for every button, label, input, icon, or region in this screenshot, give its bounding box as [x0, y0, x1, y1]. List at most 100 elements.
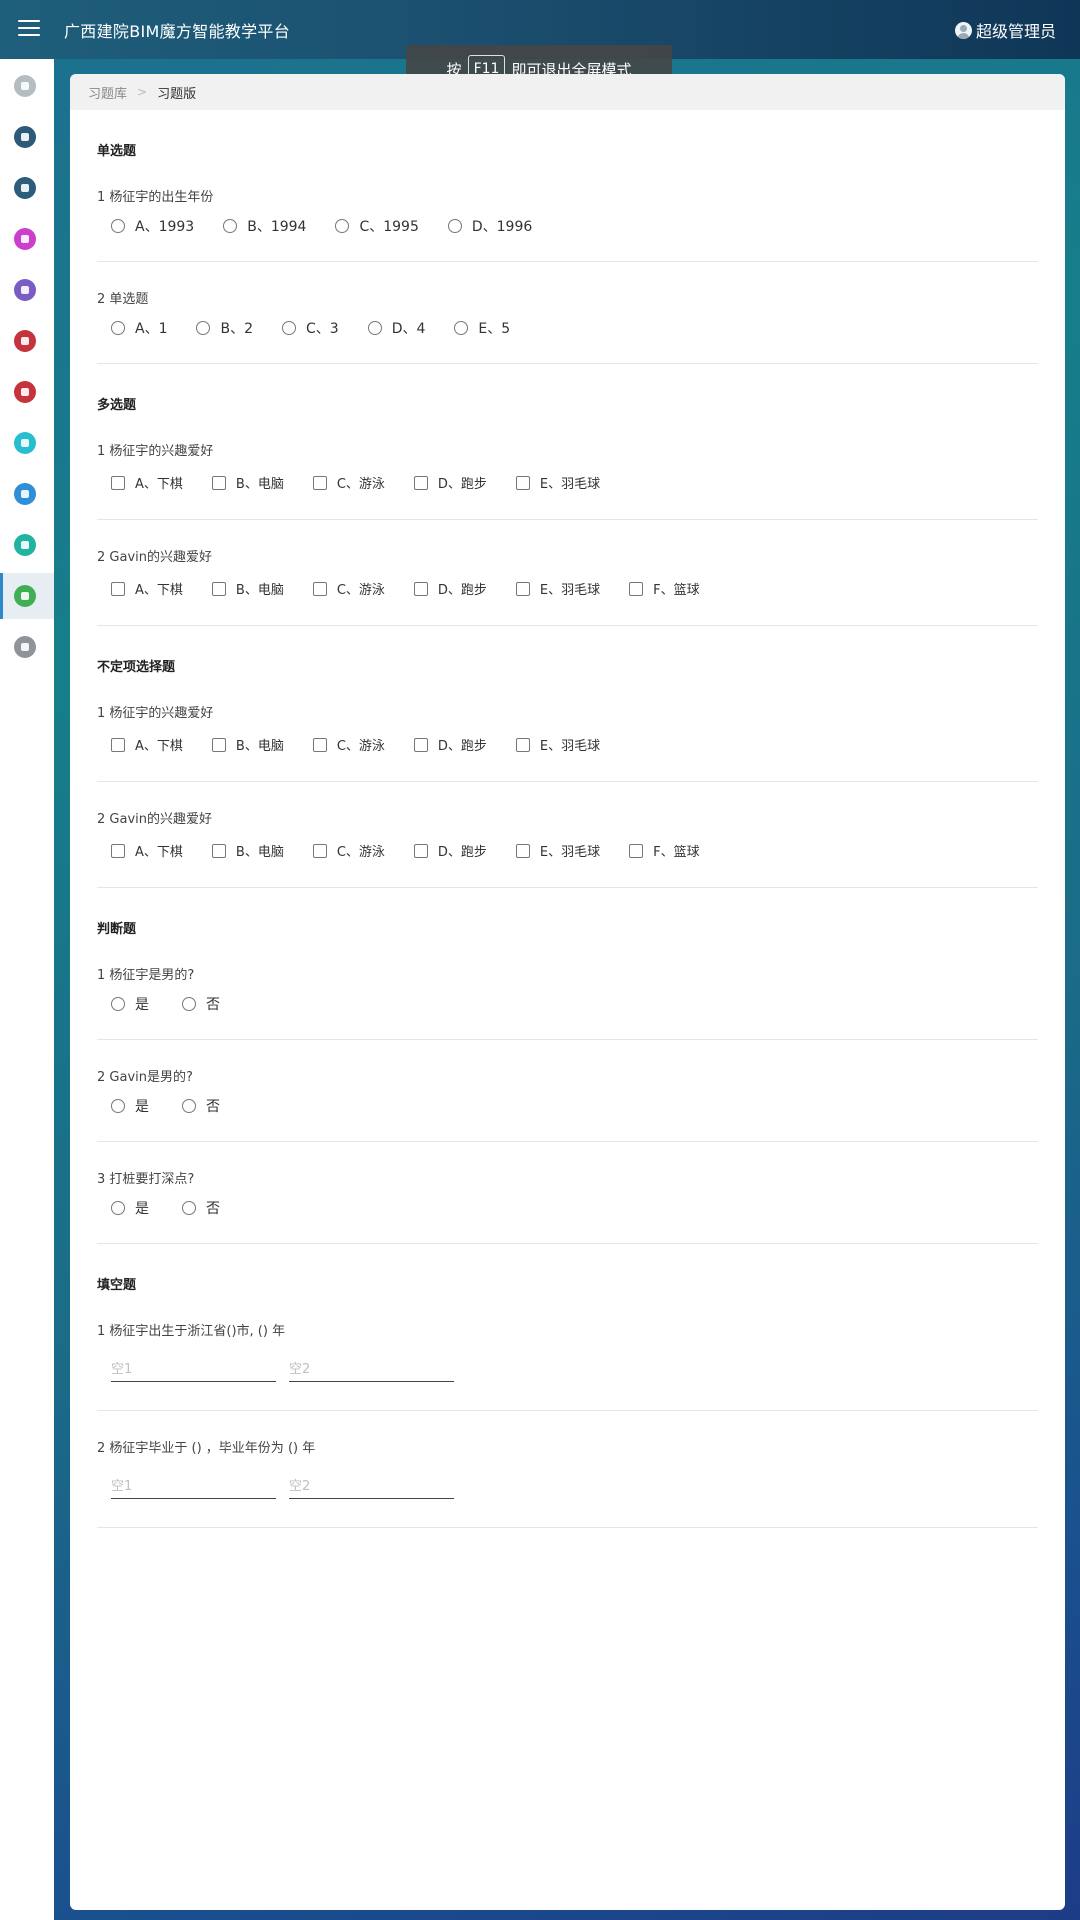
sidebar-item-10[interactable]	[0, 522, 54, 568]
checkbox-icon[interactable]	[515, 475, 530, 490]
radio-option[interactable]: 否	[182, 994, 220, 1014]
sidebar-item-9[interactable]	[0, 471, 54, 517]
radio-option[interactable]: E、5	[454, 318, 510, 338]
sidebar-item-11[interactable]	[0, 573, 54, 619]
user-menu[interactable]: 超级管理员	[954, 18, 1056, 42]
blank-input[interactable]	[289, 1358, 454, 1382]
radio-icon[interactable]	[111, 321, 125, 335]
checkbox-option[interactable]: D、跑步	[413, 579, 487, 598]
option-label: F、篮球	[653, 583, 700, 598]
radio-icon[interactable]	[223, 219, 238, 233]
radio-icon[interactable]	[182, 997, 196, 1011]
checkbox-option[interactable]: C、游泳	[312, 735, 385, 754]
radio-icon[interactable]	[454, 321, 469, 335]
checkbox-option[interactable]: E、羽毛球	[515, 735, 600, 754]
radio-option[interactable]: D、4	[367, 318, 425, 338]
checkbox-icon[interactable]	[312, 475, 327, 490]
radio-option[interactable]: B、2	[196, 318, 253, 338]
radio-icon[interactable]	[111, 219, 125, 233]
blank-input[interactable]	[289, 1475, 454, 1499]
radio-icon[interactable]	[111, 1099, 125, 1113]
blank-input[interactable]	[111, 1358, 276, 1382]
radio-icon[interactable]	[282, 321, 296, 335]
question-title: 2 Gavin的兴趣爱好	[97, 812, 212, 827]
sidebar-item-4[interactable]	[0, 216, 54, 262]
radio-option[interactable]: C、1995	[335, 216, 419, 236]
checkbox-option[interactable]: F、篮球	[629, 841, 700, 860]
checkbox-icon[interactable]	[312, 581, 327, 596]
sidebar-item-12[interactable]	[0, 624, 54, 670]
checkbox-option[interactable]: A、下棋	[111, 473, 183, 492]
checkbox-option[interactable]: D、跑步	[413, 841, 487, 860]
radio-option[interactable]: A、1	[111, 318, 167, 338]
checkbox-icon[interactable]	[211, 737, 226, 752]
breadcrumb-parent-link[interactable]: 习题库	[88, 83, 127, 102]
checkbox-option[interactable]: E、羽毛球	[515, 579, 600, 598]
checkbox-option[interactable]: B、电脑	[211, 473, 284, 492]
checkbox-icon[interactable]	[629, 581, 644, 596]
radio-icon[interactable]	[111, 997, 125, 1011]
checkbox-icon[interactable]	[211, 475, 226, 490]
radio-icon[interactable]	[182, 1099, 196, 1113]
checkbox-icon[interactable]	[312, 843, 327, 858]
checkbox-option[interactable]: B、电脑	[211, 579, 284, 598]
bell-icon	[14, 228, 36, 250]
radio-option[interactable]: C、3	[282, 318, 339, 338]
checkbox-icon[interactable]	[515, 843, 530, 858]
checkbox-icon[interactable]	[111, 475, 125, 490]
sidebar-item-7[interactable]	[0, 369, 54, 415]
checkbox-icon[interactable]	[211, 843, 226, 858]
chevron-right-icon: >	[137, 85, 148, 99]
checkbox-option[interactable]: E、羽毛球	[515, 473, 600, 492]
checkbox-option[interactable]: C、游泳	[312, 473, 385, 492]
checkbox-option[interactable]: A、下棋	[111, 579, 183, 598]
checkbox-option[interactable]: C、游泳	[312, 841, 385, 860]
checkbox-icon[interactable]	[111, 737, 125, 752]
checkbox-icon[interactable]	[111, 581, 125, 596]
checkbox-icon[interactable]	[413, 475, 428, 490]
blank-input[interactable]	[111, 1475, 276, 1499]
sidebar-item-6[interactable]	[0, 318, 54, 364]
sidebar-item-5[interactable]	[0, 267, 54, 313]
checkbox-icon[interactable]	[211, 581, 226, 596]
sidebar-item-2[interactable]	[0, 114, 54, 160]
checkbox-option[interactable]: B、电脑	[211, 735, 284, 754]
checkbox-icon[interactable]	[515, 581, 530, 596]
checkbox-option[interactable]: A、下棋	[111, 841, 183, 860]
radio-icon[interactable]	[196, 321, 211, 335]
checkbox-option[interactable]: D、跑步	[413, 735, 487, 754]
checkbox-icon[interactable]	[312, 737, 327, 752]
checkbox-option[interactable]: E、羽毛球	[515, 841, 600, 860]
radio-option[interactable]: 否	[182, 1096, 220, 1116]
radio-option[interactable]: 是	[111, 1198, 149, 1218]
radio-option[interactable]: 是	[111, 1096, 149, 1116]
checkbox-option[interactable]: B、电脑	[211, 841, 284, 860]
sidebar-item-1[interactable]	[0, 63, 54, 109]
radio-option[interactable]: 否	[182, 1198, 220, 1218]
checkbox-option[interactable]: F、篮球	[629, 579, 700, 598]
checkbox-option[interactable]: C、游泳	[312, 579, 385, 598]
checkbox-icon[interactable]	[413, 581, 428, 596]
option-group: 是否	[97, 1188, 1038, 1243]
checkbox-icon[interactable]	[111, 843, 125, 858]
option-label: A、1993	[135, 219, 195, 235]
sidebar-item-8[interactable]	[0, 420, 54, 466]
menu-toggle-icon[interactable]	[18, 20, 40, 38]
checkbox-icon[interactable]	[413, 737, 428, 752]
sidebar-item-3[interactable]	[0, 165, 54, 211]
radio-option[interactable]: 是	[111, 994, 149, 1014]
radio-icon[interactable]	[367, 321, 382, 335]
checkbox-icon[interactable]	[629, 843, 644, 858]
radio-icon[interactable]	[335, 219, 350, 233]
radio-icon[interactable]	[447, 219, 462, 233]
checkbox-icon[interactable]	[515, 737, 530, 752]
checkbox-icon[interactable]	[413, 843, 428, 858]
radio-option[interactable]: A、1993	[111, 216, 194, 236]
radio-option[interactable]: D、1996	[447, 216, 532, 236]
option-label: B、1994	[247, 219, 307, 235]
radio-icon[interactable]	[111, 1201, 125, 1215]
radio-option[interactable]: B、1994	[223, 216, 306, 236]
radio-icon[interactable]	[182, 1201, 196, 1215]
checkbox-option[interactable]: A、下棋	[111, 735, 183, 754]
checkbox-option[interactable]: D、跑步	[413, 473, 487, 492]
